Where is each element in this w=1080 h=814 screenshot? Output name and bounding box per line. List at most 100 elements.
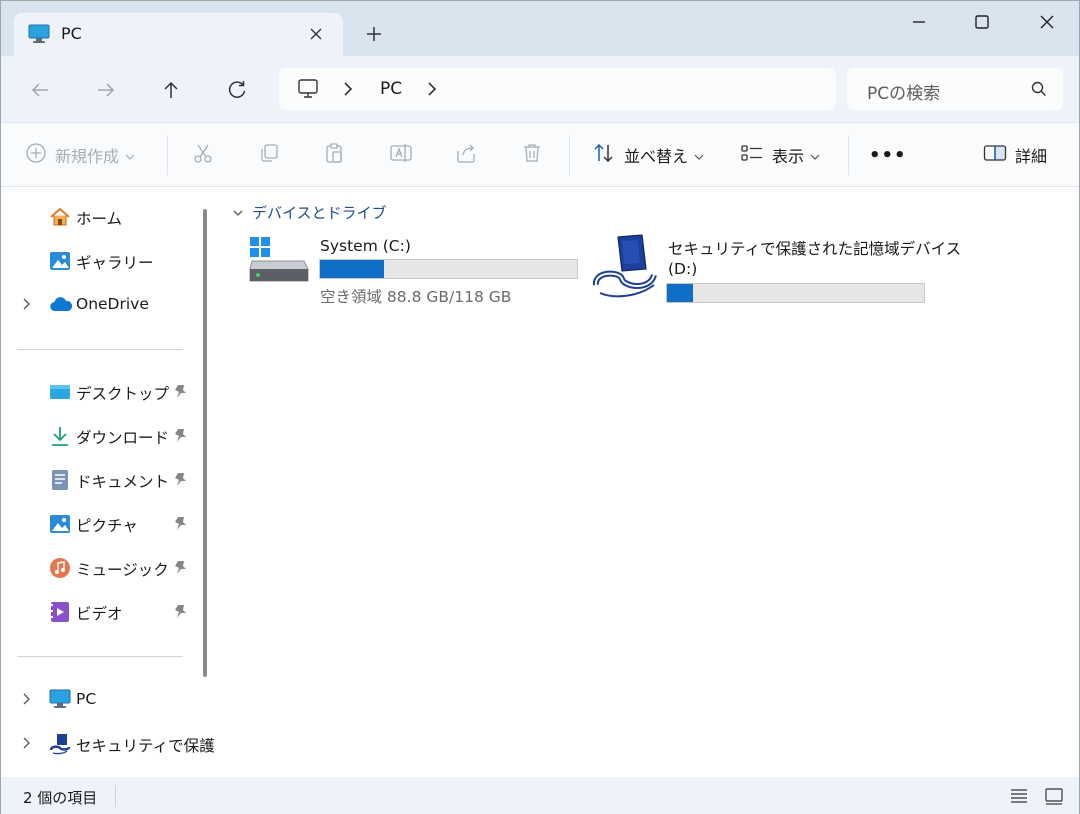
chevron-down-icon (125, 146, 135, 165)
details-pane-label: 詳細 (1015, 147, 1048, 166)
sidebar-item-music[interactable]: ミュージック (1, 550, 197, 586)
new-button-label: 新規作成 (55, 147, 120, 166)
pin-icon[interactable] (173, 472, 187, 492)
up-icon[interactable] (155, 74, 187, 106)
item-count: 2 個の項目 (23, 789, 98, 807)
details-pane-button[interactable]: 詳細 (983, 123, 1047, 187)
view-button[interactable]: 表示 (740, 123, 820, 187)
sidebar-item-desktop[interactable]: デスクトップ (1, 374, 197, 410)
sort-button[interactable]: 並べ替え (592, 123, 704, 187)
sidebar-item-label: ギャラリー (76, 254, 154, 272)
sidebar-item-gallery[interactable]: ギャラリー (1, 243, 197, 279)
chevron-right-icon[interactable] (20, 296, 32, 316)
share-button[interactable] (455, 123, 477, 187)
home-icon (49, 206, 71, 228)
document-icon (49, 469, 71, 491)
more-options-icon: ••• (869, 144, 907, 166)
drive-d-usage-fill (667, 284, 693, 302)
sidebar-item-label: ホーム (76, 210, 123, 228)
details-pane-icon (983, 143, 1007, 167)
sort-icon (592, 142, 616, 168)
toolbar-divider (167, 135, 168, 175)
status-bar: 2 個の項目 (1, 777, 1079, 814)
cut-button[interactable] (192, 123, 214, 187)
gallery-icon (49, 250, 71, 272)
monitor-icon (28, 24, 50, 48)
search-placeholder: PCの検索 (867, 84, 941, 104)
sidebar-item-videos[interactable]: ビデオ (1, 594, 197, 630)
maximize-icon[interactable] (959, 7, 1005, 37)
pin-icon[interactable] (173, 516, 187, 536)
chevron-right-icon[interactable] (425, 80, 439, 102)
copy-button[interactable] (258, 123, 280, 187)
refresh-icon[interactable] (221, 74, 253, 106)
drive-d-letter: (D:) (668, 260, 698, 278)
close-tab-icon[interactable] (304, 22, 328, 46)
sidebar-item-label: ビデオ (76, 605, 123, 623)
sidebar-item-label: OneDrive (76, 295, 149, 313)
sidebar-item-label: ピクチャ (76, 517, 138, 535)
drive-d-name: セキュリティで保護された記憶域デバイス (668, 240, 962, 258)
sidebar-scrollbar[interactable] (203, 209, 207, 677)
drive-c-free-space: 空き領域 88.8 GB/118 GB (320, 288, 512, 306)
sidebar-item-label: ダウンロード (76, 429, 170, 447)
rename-button[interactable] (389, 123, 413, 187)
chevron-down-icon (694, 146, 704, 165)
tab-pc[interactable]: PC (14, 13, 343, 56)
sidebar-item-label: ミュージック (76, 561, 169, 579)
download-icon (49, 425, 71, 447)
pictures-icon (49, 513, 71, 535)
sidebar-item-onedrive[interactable]: OneDrive (1, 287, 197, 323)
forward-icon[interactable] (90, 74, 122, 106)
sd-card-icon (592, 233, 662, 305)
tab-title: PC (61, 24, 82, 43)
sidebar-item-pictures[interactable]: ピクチャ (1, 506, 197, 542)
chevron-right-icon[interactable] (20, 735, 32, 755)
pin-icon[interactable] (173, 560, 187, 580)
rename-icon (389, 142, 413, 168)
plus-circle-icon (25, 142, 47, 168)
onedrive-cloud-icon (49, 294, 73, 316)
sidebar-divider (17, 349, 183, 350)
sidebar-item-label: セキュリティで保護 (76, 737, 215, 755)
breadcrumb-pc[interactable]: PC (380, 79, 402, 99)
sidebar-item-pc[interactable]: PC (1, 682, 197, 718)
details-view-icon[interactable] (1006, 783, 1032, 809)
more-options-button[interactable]: ••• (869, 123, 907, 187)
pin-icon[interactable] (173, 604, 187, 624)
sidebar-item-label: デスクトップ (76, 385, 170, 403)
new-tab-icon[interactable] (361, 21, 387, 47)
sidebar-item-documents[interactable]: ドキュメント (1, 462, 197, 498)
delete-button[interactable] (521, 123, 543, 187)
group-header-devices[interactable]: デバイスとドライブ (232, 202, 387, 223)
address-bar[interactable]: PC (279, 68, 836, 110)
back-icon[interactable] (24, 74, 56, 106)
large-icons-view-icon[interactable] (1041, 783, 1067, 809)
sd-card-icon (49, 733, 71, 755)
navigation-bar: PC PCの検索 (1, 56, 1079, 122)
paste-button[interactable] (323, 123, 345, 187)
toolbar-divider (848, 135, 849, 175)
status-divider (115, 785, 116, 807)
chevron-right-icon[interactable] (341, 80, 355, 102)
sidebar-item-secure-device[interactable]: セキュリティで保護 (1, 726, 215, 762)
windows-drive-icon (248, 235, 312, 291)
sidebar-item-downloads[interactable]: ダウンロード (1, 418, 197, 454)
chevron-right-icon[interactable] (20, 691, 32, 711)
close-window-icon[interactable] (1024, 7, 1070, 37)
file-explorer-window: PC PC PCの検索 新規作成 並べ替え 表示 ••• 詳細 ホーム ギャラリ… (0, 0, 1080, 814)
pin-icon[interactable] (173, 384, 187, 404)
pin-icon[interactable] (173, 428, 187, 448)
content-area: デバイスとドライブ System (C:) 空き領域 88.8 GB/118 G… (218, 187, 1079, 777)
drive-d-usage-bar (666, 283, 925, 303)
monitor-icon (297, 78, 319, 104)
minimize-icon[interactable] (896, 7, 942, 37)
new-button[interactable]: 新規作成 (25, 123, 135, 187)
group-title: デバイスとドライブ (252, 204, 387, 222)
navigation-pane: ホーム ギャラリー OneDrive デスクトップ ダウンロード ドキュメント … (1, 187, 218, 777)
sidebar-item-label: PC (76, 690, 97, 708)
sidebar-item-home[interactable]: ホーム (1, 199, 197, 235)
sidebar-item-label: ドキュメント (76, 473, 170, 491)
title-bar: PC (1, 1, 1079, 56)
search-input[interactable]: PCの検索 (847, 68, 1063, 110)
